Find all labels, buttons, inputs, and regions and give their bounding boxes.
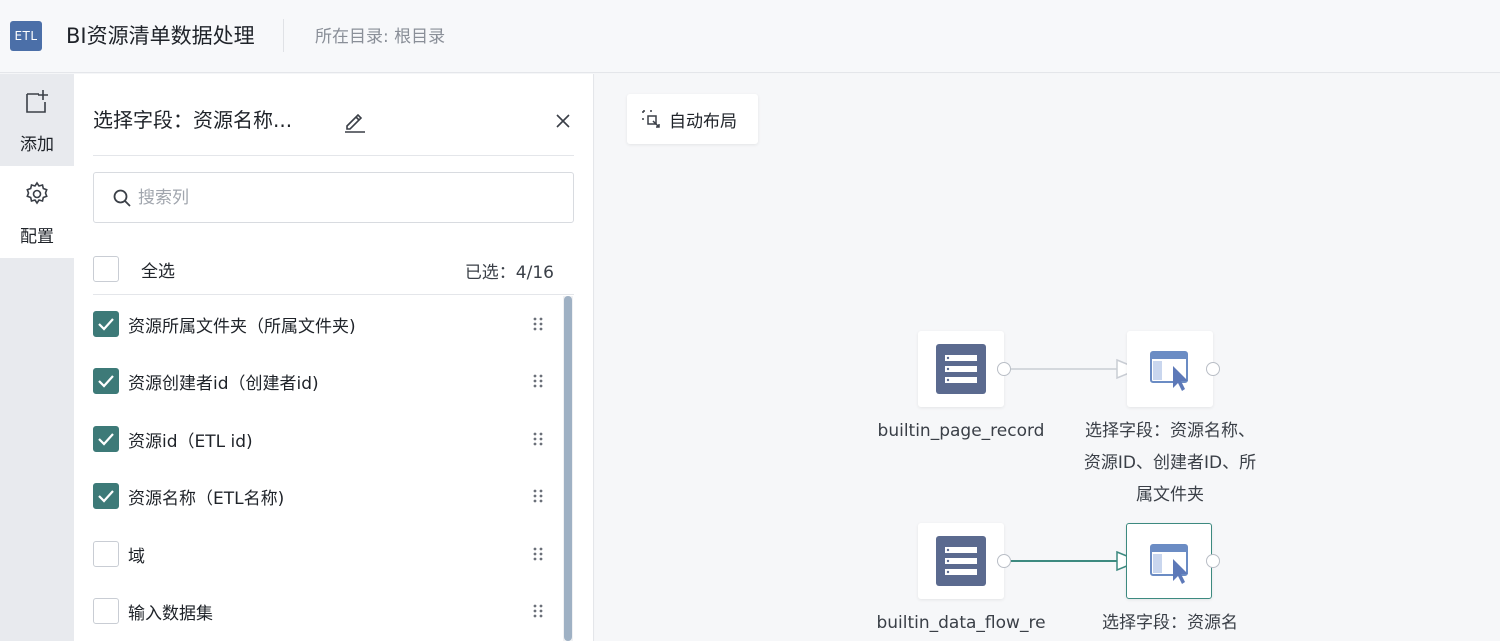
rail-item-add[interactable]: 添加 bbox=[0, 74, 74, 166]
node-dataset[interactable] bbox=[918, 523, 1004, 599]
field-checkbox[interactable] bbox=[93, 541, 119, 567]
field-row[interactable]: 输入数据集 bbox=[93, 597, 563, 625]
gear-icon bbox=[26, 181, 48, 205]
dataset-icon bbox=[936, 536, 986, 586]
check-icon bbox=[98, 433, 114, 446]
drag-handle-icon[interactable] bbox=[531, 316, 545, 332]
auto-layout-icon bbox=[642, 110, 660, 128]
field-label: 域 bbox=[128, 547, 145, 567]
drag-handle-icon[interactable] bbox=[531, 546, 545, 562]
rail-item-config[interactable]: 配置 bbox=[0, 166, 74, 258]
etl-logo: ETL bbox=[10, 21, 42, 51]
field-label: 资源id（ETL id) bbox=[128, 432, 253, 452]
node-label: builtin_page_record bbox=[877, 421, 1045, 441]
field-row[interactable]: 资源id（ETL id) bbox=[93, 425, 563, 453]
flow-canvas[interactable]: 自动布局 builtin_page_record 选择字段：资源名称、资源ID、… bbox=[595, 74, 1500, 641]
divider bbox=[93, 155, 574, 156]
panel-header: 选择字段：资源名称... bbox=[93, 104, 573, 136]
field-checkbox[interactable] bbox=[93, 598, 119, 624]
app-title: BI资源清单数据处理 bbox=[66, 24, 255, 48]
output-port[interactable] bbox=[1206, 362, 1220, 376]
field-label: 资源名称（ETL名称) bbox=[128, 489, 285, 509]
divider bbox=[93, 294, 574, 295]
check-icon bbox=[98, 490, 114, 503]
node-label: builtin_data_flow_re bbox=[876, 613, 1046, 633]
close-icon[interactable] bbox=[553, 111, 573, 131]
config-panel: 选择字段：资源名称... 全选 已选：4/16 资源所属文件夹（所属文件夹) bbox=[74, 74, 594, 641]
node-dataset[interactable] bbox=[918, 331, 1004, 407]
field-row[interactable]: 资源名称（ETL名称) bbox=[93, 482, 563, 510]
field-row[interactable]: 域 bbox=[93, 540, 563, 568]
field-checkbox[interactable] bbox=[93, 426, 119, 452]
select-fields-icon bbox=[1150, 544, 1188, 584]
scroll-thumb[interactable] bbox=[564, 296, 572, 641]
check-icon bbox=[98, 375, 114, 388]
field-label: 输入数据集 bbox=[128, 604, 213, 624]
field-row[interactable]: 资源创建者id（创建者id) bbox=[93, 367, 563, 395]
selected-count: 已选：4/16 bbox=[464, 263, 554, 283]
field-list-scrollbar[interactable] bbox=[563, 296, 573, 641]
drag-handle-icon[interactable] bbox=[531, 488, 545, 504]
field-row[interactable]: 资源所属文件夹（所属文件夹) bbox=[93, 310, 563, 338]
flow-edges bbox=[1011, 358, 1141, 572]
check-icon bbox=[98, 318, 114, 331]
app-header: ETL BI资源清单数据处理 所在目录: 根目录 bbox=[0, 0, 1500, 73]
field-checkbox[interactable] bbox=[93, 368, 119, 394]
auto-layout-label: 自动布局 bbox=[669, 111, 737, 132]
drag-handle-icon[interactable] bbox=[531, 373, 545, 389]
rail-item-label: 配置 bbox=[20, 227, 54, 247]
node-select-fields-selected[interactable] bbox=[1126, 523, 1212, 599]
output-port[interactable] bbox=[1206, 554, 1220, 568]
node-label: 选择字段：资源名称、资源ID、创建者ID、所属文件夹 bbox=[1083, 421, 1257, 505]
output-port[interactable] bbox=[997, 554, 1011, 568]
output-port[interactable] bbox=[997, 362, 1011, 376]
title-divider bbox=[283, 19, 284, 52]
rail-item-label: 添加 bbox=[20, 135, 54, 155]
panel-title: 选择字段：资源名称... bbox=[93, 108, 293, 132]
left-rail: 添加 配置 bbox=[0, 74, 74, 641]
node-select-fields[interactable] bbox=[1127, 331, 1213, 407]
dataset-icon bbox=[936, 344, 986, 394]
field-checkbox[interactable] bbox=[93, 311, 119, 337]
search-icon bbox=[113, 189, 131, 207]
field-label: 资源所属文件夹（所属文件夹) bbox=[128, 317, 356, 337]
field-checkbox[interactable] bbox=[93, 483, 119, 509]
search-input[interactable] bbox=[138, 181, 558, 215]
drag-handle-icon[interactable] bbox=[531, 431, 545, 447]
directory-breadcrumb[interactable]: 所在目录: 根目录 bbox=[315, 25, 445, 49]
select-all-checkbox[interactable] bbox=[93, 256, 119, 282]
select-all-label: 全选 bbox=[141, 262, 175, 282]
add-node-icon bbox=[26, 90, 48, 113]
node-label: 选择字段：资源名 bbox=[1102, 613, 1238, 633]
edit-icon[interactable] bbox=[343, 109, 367, 133]
select-all-row: 全选 已选：4/16 bbox=[93, 255, 574, 283]
search-field[interactable] bbox=[93, 172, 574, 223]
field-label: 资源创建者id（创建者id) bbox=[128, 374, 319, 394]
select-fields-icon bbox=[1150, 351, 1188, 391]
auto-layout-button[interactable]: 自动布局 bbox=[627, 94, 758, 144]
drag-handle-icon[interactable] bbox=[531, 603, 545, 619]
